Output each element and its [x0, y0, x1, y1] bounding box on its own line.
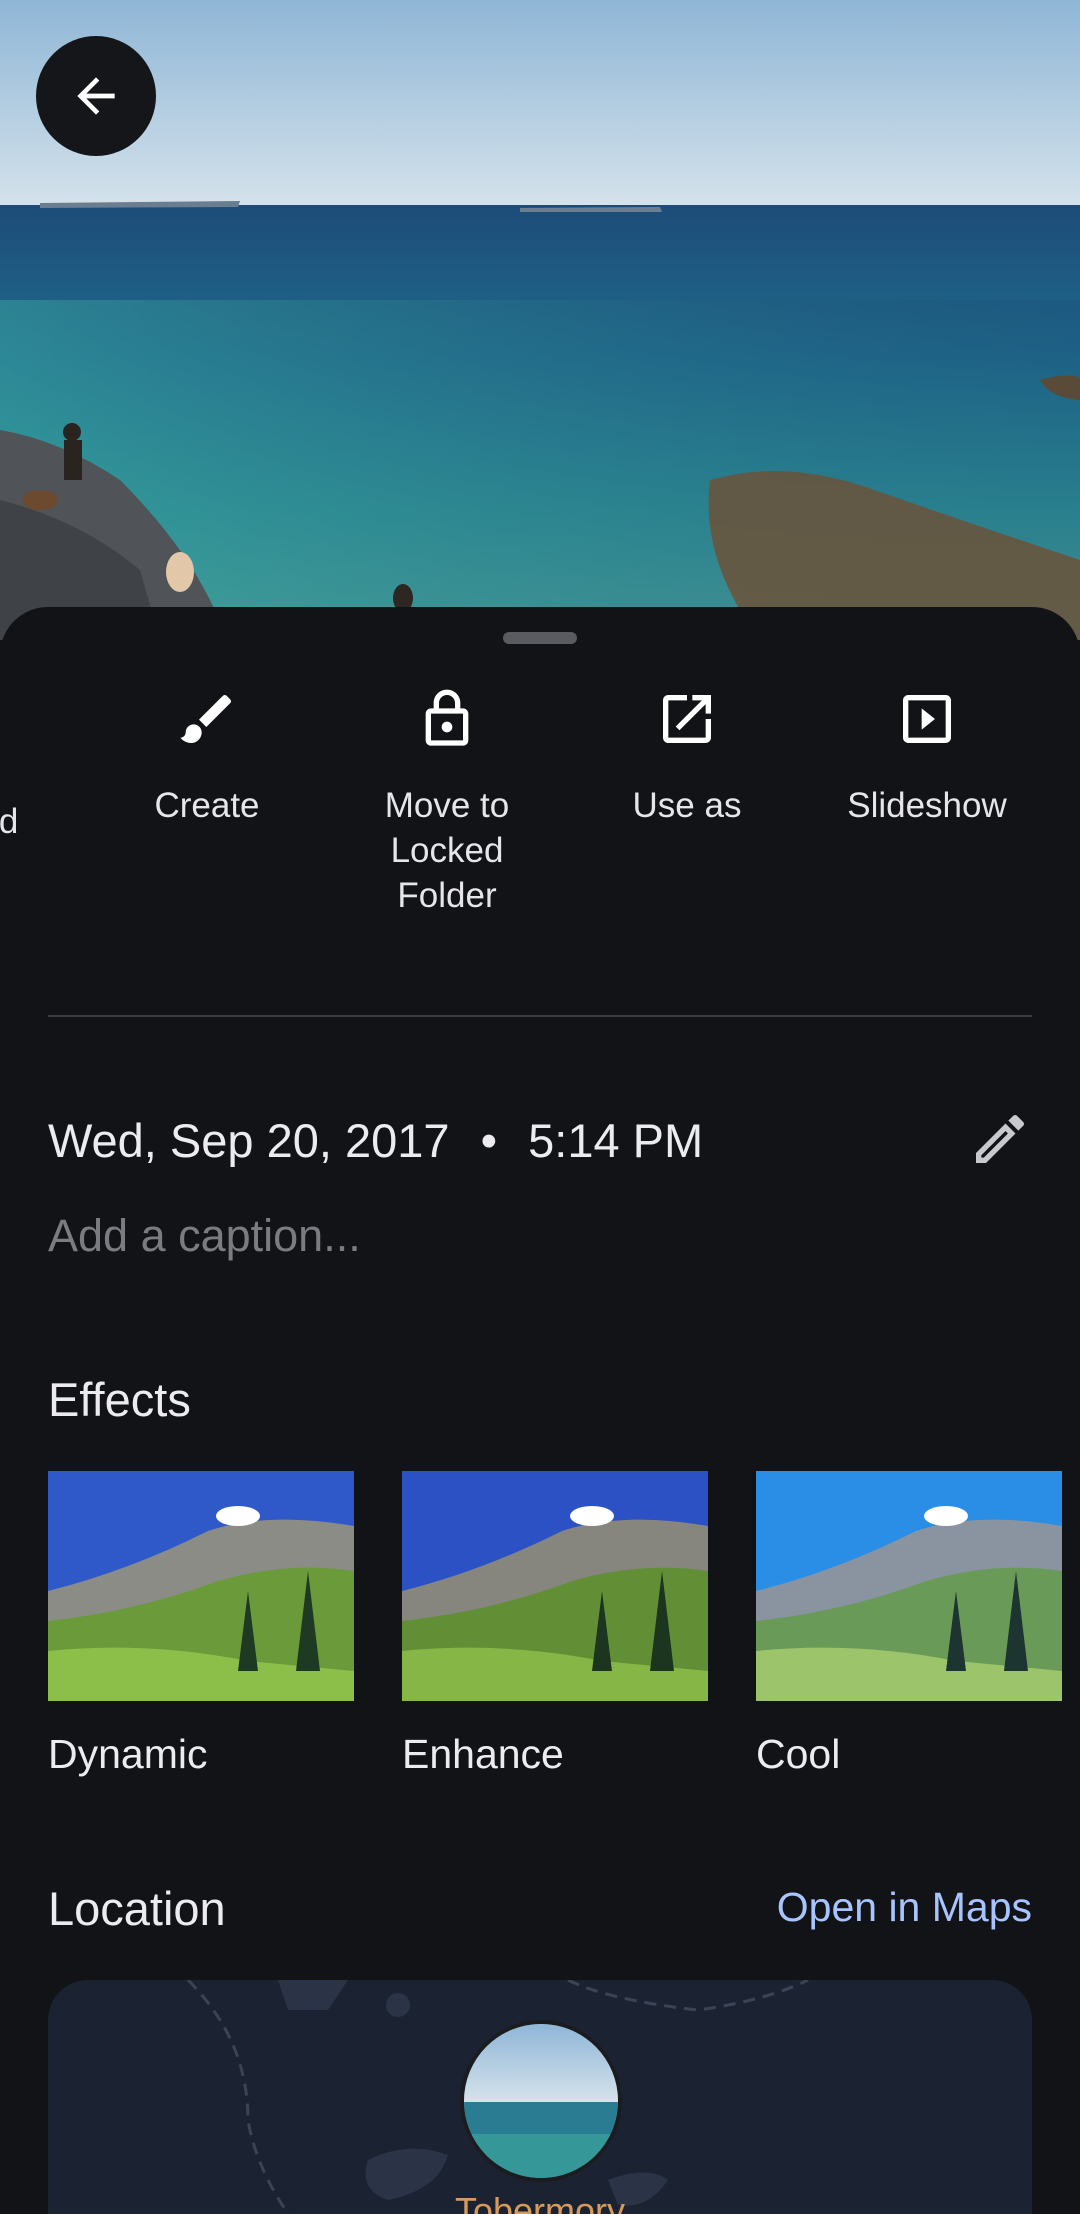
effect-label: Dynamic	[48, 1731, 208, 1777]
actions-row: oad Create Move to Locked Folder	[0, 687, 1080, 927]
effects-row: Dynamic Enhance Cool	[48, 1471, 1080, 1811]
drag-handle[interactable]	[503, 632, 577, 644]
action-label: Use as	[632, 786, 742, 825]
divider	[48, 1015, 1032, 1017]
date-separator: •	[480, 1114, 498, 1167]
lock-icon	[415, 687, 479, 751]
effect-label: Enhance	[402, 1731, 564, 1777]
location-map[interactable]: Tobermory	[48, 1980, 1032, 2214]
edit-date-button[interactable]	[968, 1107, 1032, 1171]
effect-dynamic[interactable]: Dynamic	[48, 1471, 354, 1778]
lake-photo	[0, 0, 1080, 640]
date-time-row: Wed, Sep 20, 2017 • 5:14 PM	[48, 1107, 1032, 1177]
slideshow-icon	[895, 687, 959, 751]
location-title: Location	[48, 1882, 226, 1935]
action-label: Move to Locked Folder	[384, 786, 510, 915]
open-in-maps-link[interactable]: Open in Maps	[777, 1884, 1032, 1931]
action-label: Slideshow	[847, 786, 1007, 825]
effects-title: Effects	[48, 1373, 191, 1426]
time-text: 5:14 PM	[528, 1114, 704, 1167]
effect-cool[interactable]: Cool	[756, 1471, 1062, 1778]
date-time: Wed, Sep 20, 2017 • 5:14 PM	[48, 1113, 703, 1168]
action-move-locked-folder[interactable]: Move to Locked Folder	[337, 687, 557, 918]
effect-thumbnail	[402, 1471, 708, 1701]
effect-enhance[interactable]: Enhance	[402, 1471, 708, 1778]
brush-icon	[175, 687, 239, 751]
arrow-back-icon	[77, 77, 115, 115]
date-text: Wed, Sep 20, 2017	[48, 1114, 450, 1167]
details-sheet: oad Create Move to Locked Folder	[0, 607, 1080, 2214]
location-photo-pin[interactable]	[460, 2020, 622, 2182]
caption-input[interactable]: Add a caption...	[48, 1210, 361, 1262]
place-label: Tobermory	[454, 2190, 626, 2214]
photo-view[interactable]	[0, 0, 1080, 640]
action-label: Create	[154, 786, 260, 825]
effect-thumbnail	[48, 1471, 354, 1701]
back-button[interactable]	[36, 36, 156, 156]
action-use-as[interactable]: Use as	[577, 687, 797, 828]
open-external-icon	[655, 687, 719, 751]
photo-details-screen: oad Create Move to Locked Folder	[0, 0, 1080, 2214]
effect-label: Cool	[756, 1731, 841, 1777]
action-slideshow[interactable]: Slideshow	[817, 687, 1037, 828]
pencil-icon	[976, 1114, 1025, 1163]
action-create[interactable]: Create	[97, 687, 317, 828]
effect-thumbnail	[756, 1471, 1062, 1701]
action-download-partial[interactable]: oad	[0, 799, 18, 844]
